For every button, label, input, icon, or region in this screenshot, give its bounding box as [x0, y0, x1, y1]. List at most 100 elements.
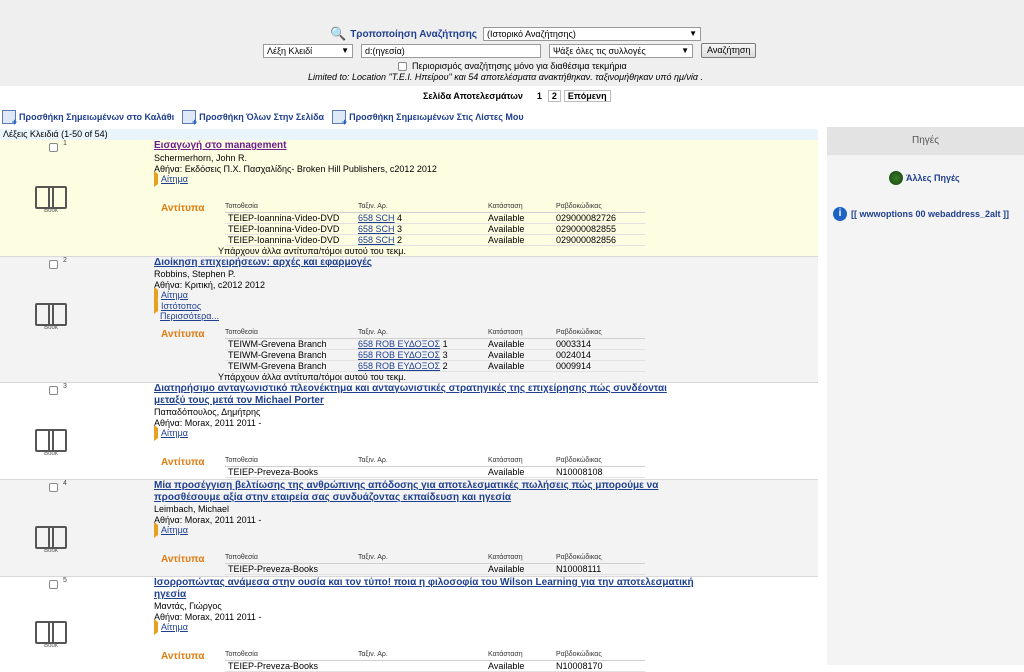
record-number: 4 [63, 480, 67, 487]
request-label[interactable]: Αίτημα [161, 622, 188, 632]
collection-select[interactable]: Ψάξε όλες τις συλλογές ▼ [549, 43, 693, 58]
col-callno: Ταξιν. Αρ. [358, 457, 388, 464]
holding-callno: 658 ROB ΕΥΔΟΞΟΣ 2 [358, 361, 488, 371]
holding-row: TEIEP-Ioannina-Video-DVD 658 SCH 3 Avail… [225, 224, 645, 235]
more-copies-note: Υπάρχουν άλλα αντίτυπα/τόμοι αυτού του τ… [218, 246, 406, 256]
holding-status: Available [488, 213, 525, 223]
pager-next[interactable]: Επόμενη [563, 90, 611, 102]
request-link[interactable]: Αίτημα [154, 619, 261, 635]
search-input[interactable] [361, 43, 541, 58]
holdings-header: Τοποθεσία Ταξιν. Αρ. Κατάσταση Ραβδοκώδι… [225, 203, 645, 213]
request-link[interactable]: Αίτημα [154, 287, 265, 303]
book-icon [35, 526, 67, 549]
holding-barcode: 0009914 [556, 361, 592, 371]
col-status: Κατάσταση [488, 203, 523, 210]
add-marked-to-cart-label: Προσθήκη Σημειωμένων στο Καλάθι [19, 112, 175, 122]
holding-location: TEIWM-Grevena Branch [228, 361, 327, 371]
holding-status: Available [488, 235, 525, 245]
record-publication: Αθήνα: Morax, 2011 2011 - [154, 514, 262, 525]
more-link[interactable]: Περισσότερα... [154, 311, 265, 322]
modify-search-link[interactable]: Τροποποίηση Αναζήτησης [350, 29, 477, 40]
book-icon [35, 429, 67, 452]
request-label[interactable]: Αίτημα [161, 525, 188, 535]
request-link[interactable]: Αίτημα [154, 171, 437, 187]
holding-row: TEIEP-Preveza-Books Available N10008170 [225, 661, 645, 672]
callno-link[interactable]: 658 ROB ΕΥΔΟΞΟΣ [358, 350, 440, 360]
website-label[interactable]: Ιστότοπος [161, 301, 201, 311]
holding-location: TEIEP-Ioannina-Video-DVD [228, 213, 340, 223]
record-title[interactable]: Εισαγωγή στο management [154, 140, 694, 152]
record-number: 1 [63, 140, 67, 147]
holding-copy: 3 [397, 224, 403, 234]
pager-page-1[interactable]: 1 [534, 91, 545, 101]
holding-callno [358, 661, 488, 671]
add-all-page-label: Προσθήκη Όλων Στην Σελίδα [199, 112, 325, 122]
other-sources-link[interactable]: Άλλες Πηγές [889, 171, 960, 185]
request-label[interactable]: Αίτημα [161, 428, 188, 438]
limit-available-label: Περιορισμός αναζήτησης μόνο για διαθέσιμ… [412, 61, 627, 71]
globe-icon [889, 171, 903, 185]
add-all-page-button[interactable]: Προσθήκη Όλων Στην Σελίδα [182, 110, 325, 127]
record-author: Μαντάς, Γιώργος [154, 601, 222, 611]
book-format: Book [34, 186, 68, 214]
search-history-select[interactable]: (Ιστορικό Αναζήτησης) ▼ [483, 27, 702, 41]
record-title[interactable]: Διοίκηση επιχειρήσεων: αρχές και εφαρμογ… [154, 257, 694, 269]
record-checkbox[interactable] [49, 386, 58, 395]
record-checkbox[interactable] [49, 483, 58, 492]
request-link[interactable]: Αίτημα [154, 425, 261, 441]
holding-row: TEIWM-Grevena Branch 658 ROB ΕΥΔΟΞΟΣ 1 A… [225, 339, 645, 350]
webaddress-link[interactable]: i [[ wwwoptions 00 webaddress_2alt ]] [833, 207, 1009, 221]
callno-link[interactable]: 658 ROB ΕΥΔΟΞΟΣ [358, 339, 440, 349]
record-checkbox[interactable] [49, 143, 58, 152]
holding-location: TEIEP-Preveza-Books [228, 564, 319, 574]
col-barcode: Ραβδοκώδικας [556, 554, 602, 561]
callno-link[interactable]: 658 SCH [358, 213, 395, 223]
col-location: Τοποθεσία [225, 329, 258, 336]
more-copies-note: Υπάρχουν άλλα αντίτυπα/τόμοι αυτού του τ… [218, 372, 406, 382]
holding-status: Available [488, 350, 525, 360]
holding-copy: 4 [397, 213, 403, 223]
record-meta: Robbins, Stephen P. Αθήνα: Κριτική, c201… [154, 269, 265, 322]
limit-available-checkbox[interactable] [398, 61, 407, 71]
holding-location: TEIEP-Preveza-Books [228, 467, 319, 477]
copies-label: Αντίτυπα [161, 554, 205, 565]
record-meta: Leimbach, Michael Αθήνα: Morax, 2011 201… [154, 504, 262, 538]
page-add-icon [182, 110, 197, 127]
record-checkbox[interactable] [49, 580, 58, 589]
col-status: Κατάσταση [488, 554, 523, 561]
record-title[interactable]: Διατηρήσιμο ανταγωνιστικό πλεονέκτημα κα… [154, 383, 694, 407]
record-meta: Μαντάς, Γιώργος Αθήνα: Morax, 2011 2011 … [154, 601, 261, 635]
record-title[interactable]: Μία προσέγγιση βελτίωσης της ανθρώπινης … [154, 480, 694, 504]
request-link[interactable]: Αίτημα [154, 522, 261, 538]
record-author: Schermerhorn, John R. [154, 153, 248, 163]
holding-status: Available [488, 467, 525, 477]
callno-link[interactable]: 658 SCH [358, 235, 395, 245]
action-bar: Προσθήκη Σημειωμένων στο Καλάθι Προσθήκη… [2, 110, 532, 127]
result-record: 4 Book Μία προσέγγιση βελτίωσης της ανθρ… [0, 480, 818, 577]
more-label[interactable]: Περισσότερα... [160, 311, 219, 321]
col-callno: Ταξιν. Αρ. [358, 554, 388, 561]
website-link[interactable]: Ιστότοπος [154, 297, 265, 314]
request-label[interactable]: Αίτημα [161, 290, 188, 300]
holding-barcode: 029000082726 [556, 213, 617, 223]
add-marked-to-cart-button[interactable]: Προσθήκη Σημειωμένων στο Καλάθι [2, 110, 175, 127]
search-type-value: Λέξη Κλειδί [267, 45, 313, 56]
holding-copy: 3 [442, 350, 448, 360]
copies-label: Αντίτυπα [161, 203, 205, 214]
book-icon [35, 303, 67, 326]
holding-copy: 2 [442, 361, 448, 371]
callno-link[interactable]: 658 SCH [358, 224, 395, 234]
holding-row: TEIWM-Grevena Branch 658 ROB ΕΥΔΟΞΟΣ 2 A… [225, 361, 645, 372]
col-status: Κατάσταση [488, 651, 523, 658]
search-type-select[interactable]: Λέξη Κλειδί ▼ [263, 43, 353, 58]
add-marked-to-lists-button[interactable]: Προσθήκη Σημειωμένων Στις Λίστες Μου [332, 110, 524, 127]
search-button[interactable]: Αναζήτηση [701, 43, 757, 58]
record-checkbox[interactable] [49, 260, 58, 269]
callno-link[interactable]: 658 ROB ΕΥΔΟΞΟΣ [358, 361, 440, 371]
request-label[interactable]: Αίτημα [161, 174, 188, 184]
record-title[interactable]: Ισορροπώντας ανάμεσα στην ουσία και τον … [154, 577, 694, 601]
pager-page-2[interactable]: 2 [547, 90, 561, 102]
holding-location: TEIEP-Preveza-Books [228, 661, 319, 671]
info-icon: i [833, 207, 847, 221]
webaddress-label: [[ wwwoptions 00 webaddress_2alt ]] [851, 209, 1010, 219]
